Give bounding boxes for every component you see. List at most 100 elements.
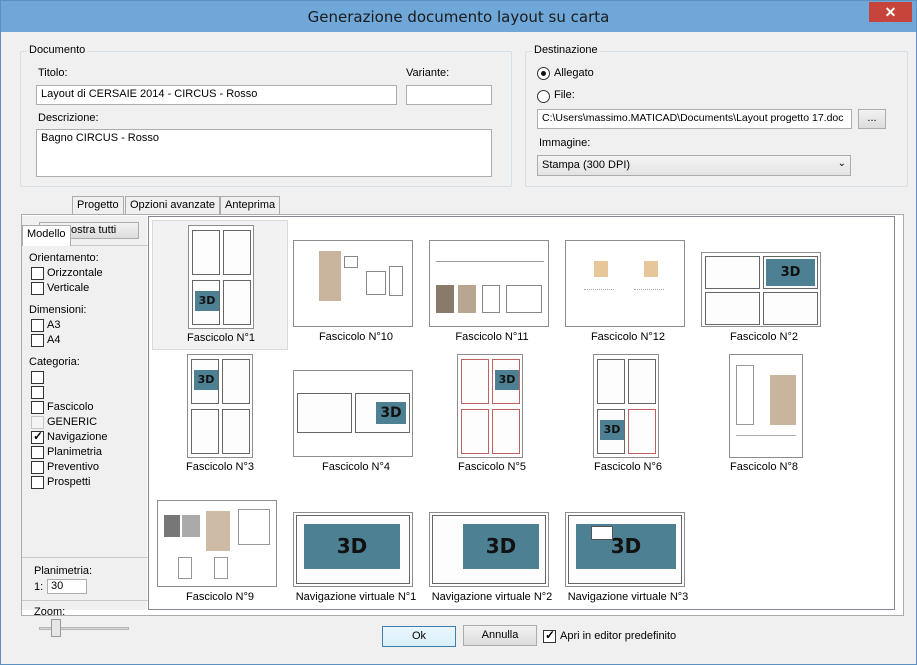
ok-button[interactable]: Ok <box>382 626 456 647</box>
template-item[interactable]: Fascicolo N°9 <box>152 480 288 610</box>
template-label: Navigazione virtuale N°3 <box>567 591 689 603</box>
planimetria-checkbox[interactable] <box>31 446 44 459</box>
apri-editor-checkbox[interactable] <box>543 628 556 643</box>
categoria-checkbox-empty-2[interactable] <box>31 386 44 399</box>
template-item[interactable]: 3D Navigazione virtuale N°2 <box>424 480 560 610</box>
template-item[interactable]: Fascicolo N°12 <box>560 220 696 350</box>
template-item[interactable]: 3D Fascicolo N°4 <box>288 350 424 480</box>
variante-label: Variante: <box>406 67 450 79</box>
titolo-input[interactable]: Layout di CERSAIE 2014 - CIRCUS - Rosso <box>36 85 397 105</box>
file-radio[interactable] <box>537 90 550 103</box>
prospetti-label[interactable]: Prospetti <box>47 476 90 488</box>
template-item[interactable]: Fascicolo N°11 <box>424 220 560 350</box>
dimensioni-label: Dimensioni: <box>29 304 87 316</box>
titolo-label: Titolo: <box>38 67 68 79</box>
tab-progetto[interactable]: Progetto <box>72 196 124 214</box>
orientamento-label: Orientamento: <box>29 252 99 264</box>
template-label: Fascicolo N°9 <box>186 591 254 603</box>
documento-group: Documento Titolo: Layout di CERSAIE 2014… <box>20 44 512 187</box>
close-icon: ✕ <box>884 4 897 20</box>
scale-prefix: 1: <box>34 581 44 593</box>
template-label: Fascicolo N°5 <box>458 461 526 473</box>
generic-label[interactable]: GENERIC <box>47 416 97 428</box>
template-item[interactable]: 3D Fascicolo N°3 <box>152 350 288 480</box>
template-label: Fascicolo N°3 <box>186 461 254 473</box>
planimetria-cat-label[interactable]: Planimetria <box>47 446 102 458</box>
destinazione-group: Destinazione Allegato File: C:\Users\mas… <box>525 44 908 187</box>
divider <box>22 600 150 601</box>
file-label[interactable]: File: <box>554 89 575 101</box>
documento-group-label: Documento <box>27 44 88 56</box>
categoria-checkbox-empty-1[interactable] <box>31 371 44 384</box>
zoom-slider-thumb[interactable] <box>51 619 61 637</box>
apri-editor-label[interactable]: Apri in editor predefinito <box>560 630 676 642</box>
annulla-button[interactable]: Annulla <box>463 625 537 646</box>
template-thumbnail <box>157 500 277 587</box>
template-thumbnail <box>565 240 685 327</box>
descrizione-textarea[interactable]: Bagno CIRCUS - Rosso <box>36 129 492 177</box>
descrizione-label: Descrizione: <box>38 112 99 124</box>
template-item[interactable]: Fascicolo N°10 <box>288 220 424 350</box>
fascicolo-checkbox[interactable] <box>31 401 44 414</box>
immagine-select[interactable]: Stampa (300 DPI) ⌄ <box>537 155 851 176</box>
template-thumbnail <box>729 354 803 458</box>
close-button[interactable]: ✕ <box>869 2 912 22</box>
a3-checkbox[interactable] <box>31 319 44 332</box>
verticale-checkbox[interactable] <box>31 282 44 295</box>
navigazione-checkbox[interactable] <box>31 429 44 444</box>
variante-input[interactable] <box>406 85 492 105</box>
template-item[interactable]: 3D Fascicolo N°5 <box>424 350 560 480</box>
template-gallery[interactable]: 3D Fascicolo N°1 Fascicolo N°10 Fascicol… <box>148 216 895 610</box>
dialog-body: Documento Titolo: Layout di CERSAIE 2014… <box>8 32 909 659</box>
browse-button[interactable]: ... <box>858 109 886 129</box>
planimetria-scale-label: Planimetria: <box>34 565 93 577</box>
template-label: Fascicolo N°4 <box>322 461 390 473</box>
allegato-radio[interactable] <box>537 67 550 80</box>
template-label: Navigazione virtuale N°2 <box>431 591 553 603</box>
tab-anteprima[interactable]: Anteprima <box>220 196 281 214</box>
chevron-down-icon: ⌄ <box>837 158 846 169</box>
a4-label[interactable]: A4 <box>47 334 60 346</box>
dialog-window: Generazione documento layout su carta ✕ … <box>0 0 917 665</box>
orizzontale-checkbox[interactable] <box>31 267 44 280</box>
template-thumbnail: 3D <box>429 512 549 587</box>
orizzontale-label[interactable]: Orizzontale <box>47 267 103 279</box>
prospetti-checkbox[interactable] <box>31 476 44 489</box>
divider <box>22 557 150 558</box>
preventivo-label[interactable]: Preventivo <box>47 461 99 473</box>
tab-opzioni-avanzate[interactable]: Opzioni avanzate <box>125 196 220 214</box>
template-thumbnail <box>429 240 549 327</box>
destinazione-group-label: Destinazione <box>532 44 600 56</box>
template-thumbnail: 3D <box>701 252 821 327</box>
a4-checkbox[interactable] <box>31 334 44 347</box>
categoria-label: Categoria: <box>29 356 80 368</box>
template-label: Navigazione virtuale N°1 <box>295 591 417 603</box>
template-label: Fascicolo N°6 <box>594 461 662 473</box>
template-item[interactable]: 3D Fascicolo N°6 <box>560 350 696 480</box>
fascicolo-label[interactable]: Fascicolo <box>47 401 93 413</box>
template-item[interactable]: 3D Fascicolo N°2 <box>696 220 832 350</box>
window-title: Generazione documento layout su carta <box>307 8 610 26</box>
template-thumbnail: 3D <box>293 512 413 587</box>
template-item[interactable]: Fascicolo N°8 <box>696 350 832 480</box>
immagine-label: Immagine: <box>539 137 591 149</box>
title-bar[interactable]: Generazione documento layout su carta ✕ <box>1 1 916 32</box>
a3-label[interactable]: A3 <box>47 319 60 331</box>
tab-modello[interactable]: Modello <box>22 225 71 246</box>
allegato-label[interactable]: Allegato <box>554 67 594 79</box>
navigazione-label[interactable]: Navigazione <box>47 431 108 443</box>
filter-pane: Mostra tutti Orientamento: Orizzontale V… <box>22 216 150 618</box>
template-thumbnail: 3D <box>593 354 659 458</box>
template-label: Fascicolo N°11 <box>455 331 529 343</box>
preventivo-checkbox[interactable] <box>31 461 44 474</box>
template-label: Fascicolo N°10 <box>318 331 394 343</box>
file-path-input[interactable]: C:\Users\massimo.MATICAD\Documents\Layou… <box>537 109 852 129</box>
template-label: Fascicolo N°2 <box>730 331 798 343</box>
scale-input[interactable]: 30 <box>47 579 87 594</box>
template-item[interactable]: 3D Fascicolo N°1 <box>152 220 288 350</box>
verticale-label[interactable]: Verticale <box>47 282 89 294</box>
generic-checkbox[interactable] <box>31 416 44 429</box>
template-item[interactable]: 3D Navigazione virtuale N°1 <box>288 480 424 610</box>
template-item[interactable]: 3D Navigazione virtuale N°3 <box>560 480 696 610</box>
template-thumbnail: 3D <box>293 370 413 457</box>
